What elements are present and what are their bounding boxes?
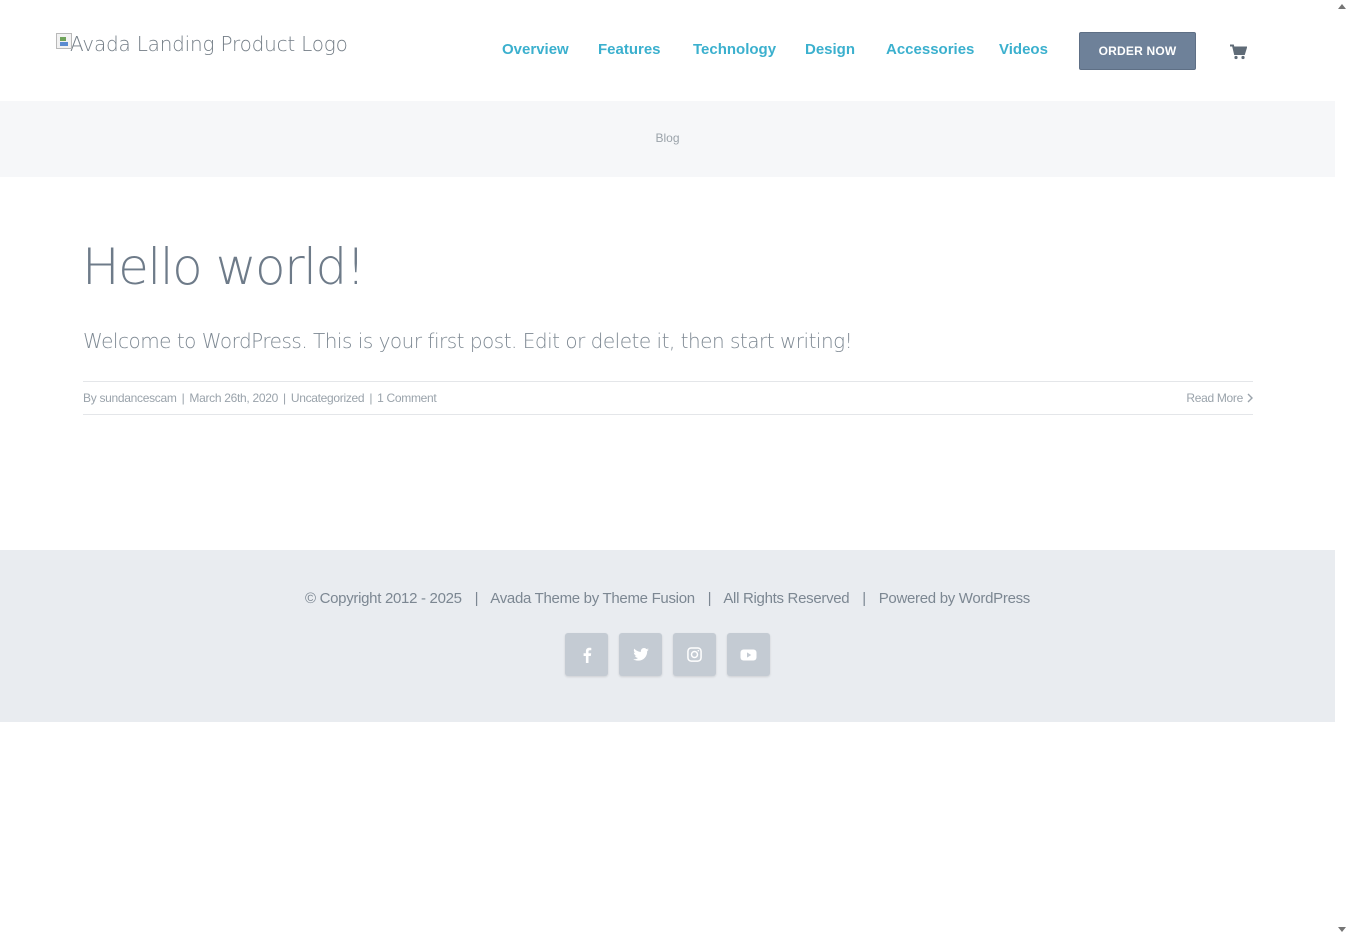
shopping-cart-icon[interactable] (1229, 44, 1247, 60)
meta-comments-link[interactable]: 1 Comment (377, 391, 437, 405)
twitter-button[interactable] (619, 633, 662, 676)
footer-separator: | (707, 590, 712, 607)
read-more-label: Read More (1186, 391, 1243, 405)
scroll-down-arrow-icon[interactable] (1338, 927, 1346, 932)
footer-separator: | (862, 590, 866, 607)
twitter-icon (632, 648, 649, 661)
meta-separator: | (283, 391, 286, 405)
post-meta-bar: By sundancescam | March 26th, 2020 | Unc… (83, 381, 1253, 415)
site-logo[interactable]: Avada Landing Product Logo (56, 32, 348, 56)
breadcrumb: Blog (0, 131, 1335, 145)
scroll-up-arrow-icon[interactable] (1338, 4, 1346, 9)
meta-separator: | (181, 391, 185, 405)
nav-design[interactable]: Design (805, 41, 855, 58)
vertical-scrollbar[interactable] (1335, 0, 1350, 940)
copyright-text: © Copyright 2012 - 2025 (304, 590, 462, 607)
instagram-button[interactable] (673, 633, 716, 676)
nav-videos[interactable]: Videos (999, 41, 1048, 58)
order-now-button[interactable]: ORDER NOW (1079, 32, 1196, 70)
footer-separator: | (474, 590, 479, 607)
theme-credit[interactable]: Avada Theme by Theme Fusion (490, 590, 695, 607)
breadcrumb-blog: Blog (655, 131, 680, 145)
site-header: Avada Landing Product Logo Overview Feat… (0, 0, 1335, 101)
facebook-button[interactable] (565, 633, 608, 676)
instagram-icon (687, 647, 702, 662)
rights-text: All Rights Reserved (723, 590, 850, 607)
meta-category-link[interactable]: Uncategorized (291, 391, 365, 405)
nav-technology[interactable]: Technology (693, 41, 776, 58)
post-meta: By sundancescam | March 26th, 2020 | Unc… (83, 391, 437, 405)
logo-alt-text: Avada Landing Product Logo (70, 32, 348, 56)
post-excerpt: Welcome to WordPress. This is your first… (83, 329, 853, 353)
social-links (565, 633, 770, 676)
powered-by[interactable]: Powered by WordPress (879, 590, 1031, 607)
broken-image-icon (56, 33, 72, 49)
chevron-right-icon (1247, 393, 1253, 403)
copyright-line: © Copyright 2012 - 2025 | Avada Theme by… (0, 590, 1335, 607)
meta-author-link[interactable]: sundancescam (99, 391, 176, 405)
page: Avada Landing Product Logo Overview Feat… (0, 0, 1335, 940)
nav-features[interactable]: Features (598, 41, 661, 58)
nav-accessories[interactable]: Accessories (886, 41, 974, 58)
meta-separator: | (369, 391, 373, 405)
facebook-icon (583, 647, 591, 663)
nav-overview[interactable]: Overview (502, 41, 569, 58)
meta-by-label: By (83, 391, 97, 405)
meta-date: March 26th, 2020 (189, 391, 278, 405)
read-more-link[interactable]: Read More (1186, 391, 1253, 405)
youtube-button[interactable] (727, 633, 770, 676)
post-title[interactable]: Hello world! (82, 238, 366, 296)
youtube-icon (740, 649, 757, 660)
